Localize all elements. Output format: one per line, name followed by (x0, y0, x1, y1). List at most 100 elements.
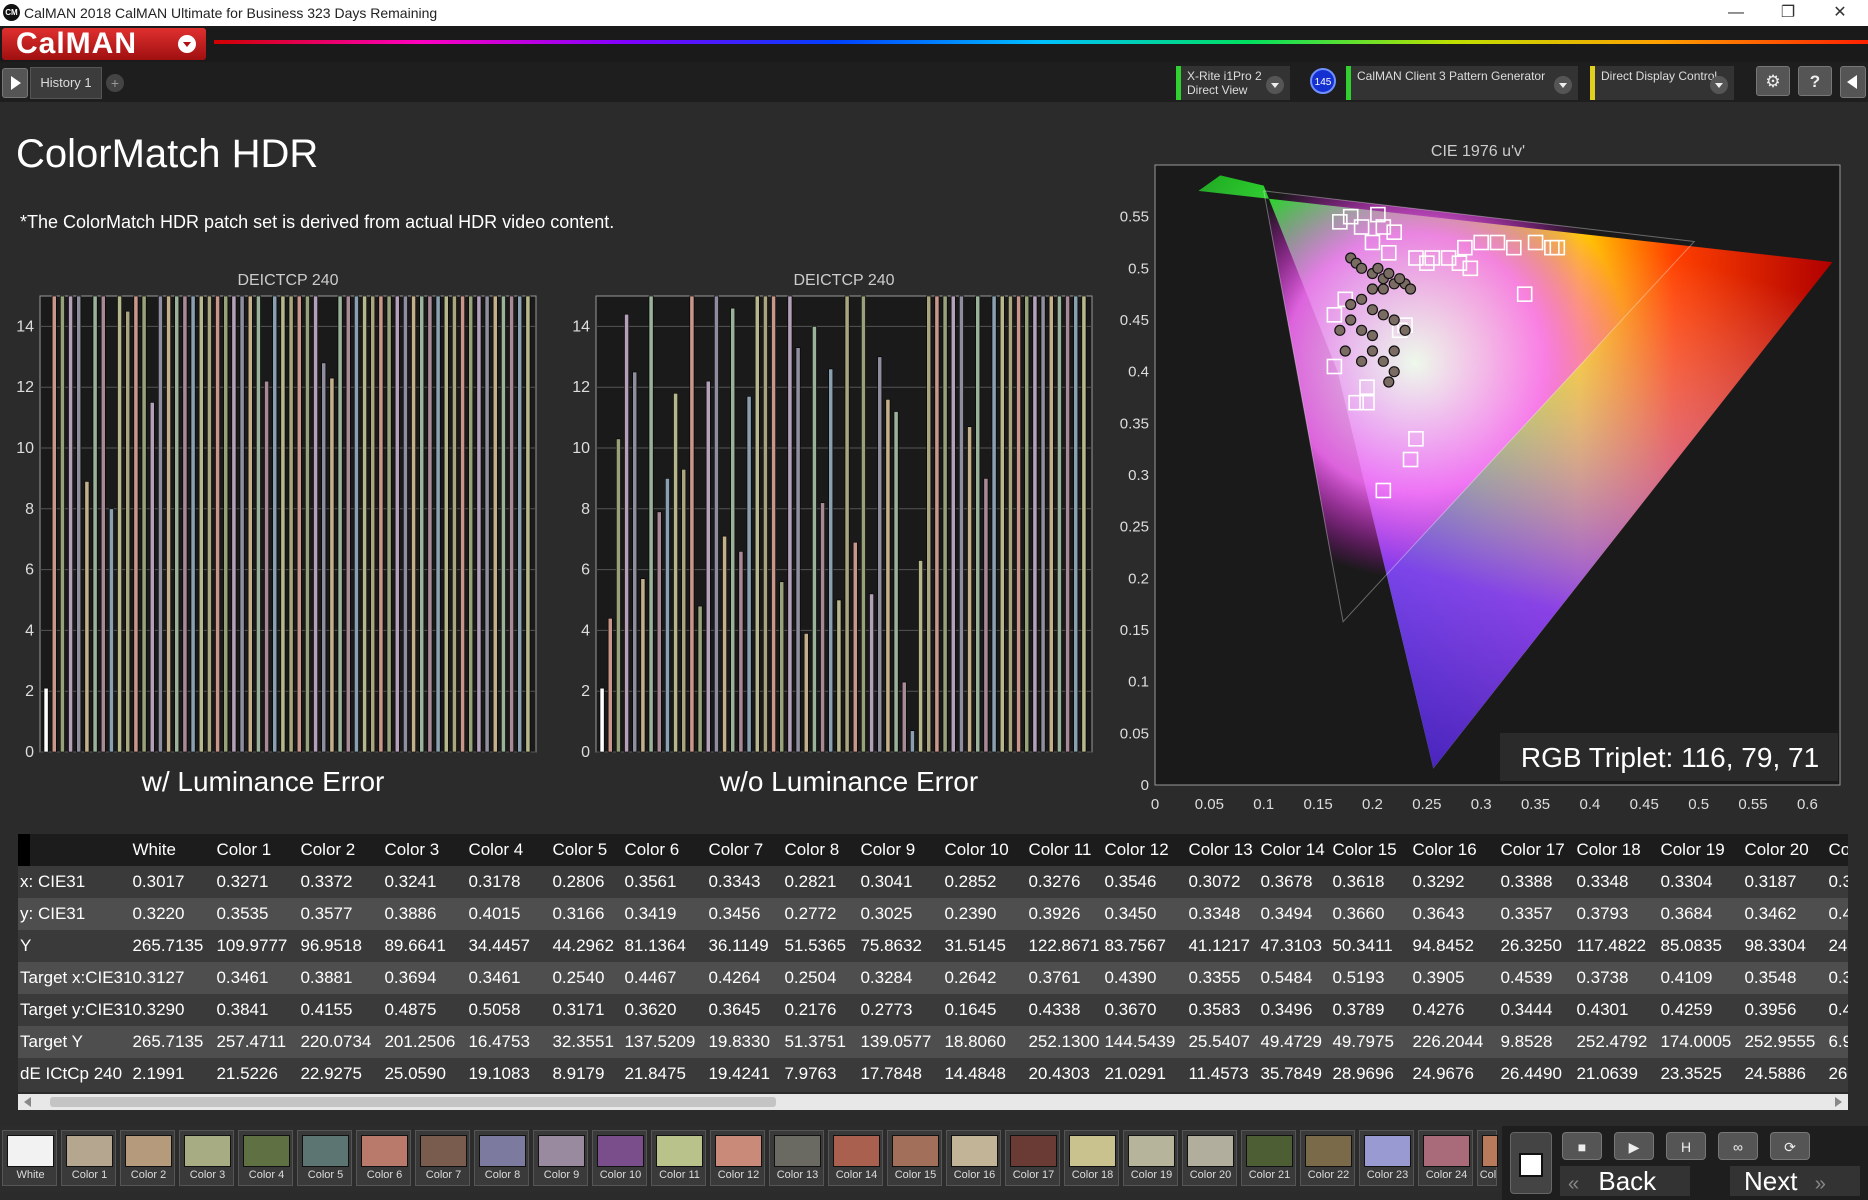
table-horizontal-scrollbar[interactable] (18, 1094, 1848, 1110)
scroll-left-icon[interactable] (24, 1097, 31, 1107)
patch-button[interactable]: White (2, 1130, 57, 1186)
column-header[interactable]: Color 1 (216, 834, 300, 866)
stop-button[interactable]: ■ (1562, 1132, 1602, 1160)
column-header[interactable]: Color 18 (1576, 834, 1660, 866)
table-cell: 0.1645 (944, 1000, 997, 1019)
column-header[interactable]: Color 8 (784, 834, 860, 866)
patch-button[interactable]: Color 14 (828, 1130, 883, 1186)
bar (117, 295, 122, 753)
loop-button[interactable]: ∞ (1718, 1132, 1758, 1160)
pattern-generator-selector[interactable]: CalMAN Client 3 Pattern Generator (1346, 66, 1578, 100)
y-tick-label: 0.1 (1128, 674, 1149, 691)
patch-button[interactable]: Color 11 (651, 1130, 706, 1186)
bar (321, 362, 327, 753)
patch-button[interactable]: Color 20 (1182, 1130, 1237, 1186)
column-header[interactable]: Color 5 (552, 834, 624, 866)
restore-button[interactable]: ❐ (1766, 0, 1810, 26)
measured-point (1339, 345, 1351, 357)
patch-button[interactable]: Col (1477, 1130, 1498, 1186)
patch-button[interactable]: Color 5 (297, 1130, 352, 1186)
scrollbar-thumb[interactable] (50, 1097, 776, 1107)
patch-button[interactable]: Color 2 (120, 1130, 175, 1186)
add-tab-button[interactable]: + (106, 74, 124, 92)
patch-button[interactable]: Color 15 (887, 1130, 942, 1186)
column-header[interactable]: Color 17 (1500, 834, 1576, 866)
record-button[interactable] (1510, 1132, 1552, 1194)
column-header[interactable]: Color 16 (1412, 834, 1500, 866)
bar (918, 560, 923, 753)
patch-button[interactable]: Color 8 (474, 1130, 529, 1186)
settings-button[interactable]: ⚙ (1756, 66, 1790, 96)
next-button[interactable]: Next » (1730, 1166, 1860, 1196)
brand-bar: CalMAN (0, 26, 1868, 62)
patch-button[interactable]: Color 18 (1064, 1130, 1119, 1186)
column-header[interactable]: Color 10 (944, 834, 1028, 866)
minimize-button[interactable]: — (1714, 0, 1758, 26)
column-header[interactable]: Color 7 (708, 834, 784, 866)
bar (452, 295, 457, 753)
collapse-panel-button[interactable] (1840, 66, 1866, 98)
save-button[interactable]: H (1666, 1132, 1706, 1160)
help-button[interactable]: ? (1798, 66, 1832, 96)
table-row: y: CIE31 0.3220 0.3535 0.3577 0.3886 0.4015 0.… (18, 898, 1848, 930)
tab-history-1[interactable]: History 1 (30, 67, 102, 99)
display-control-selector[interactable]: Direct Display Control (1590, 66, 1734, 100)
table-cell: 0.4264 (708, 968, 761, 987)
table-cell: 0.3290 (132, 1000, 185, 1019)
table-cell: 36.1149 (708, 936, 769, 955)
calman-menu-button[interactable]: CalMAN (2, 28, 206, 60)
column-header[interactable]: White (132, 834, 216, 866)
table-cell: 25.0590 (384, 1064, 446, 1083)
patch-button[interactable]: Color 21 (1241, 1130, 1296, 1186)
table-cell: 0.3660 (1332, 904, 1385, 923)
column-header[interactable]: Col (1828, 834, 1848, 866)
table-cell: 0.4301 (1576, 1000, 1629, 1019)
patch-button[interactable]: Color 16 (946, 1130, 1001, 1186)
column-header[interactable]: Color 14 (1260, 834, 1332, 866)
gear-icon: ⚙ (1765, 72, 1781, 91)
patch-button[interactable]: Color 10 (592, 1130, 647, 1186)
patch-button[interactable]: Color 24 (1418, 1130, 1473, 1186)
back-button[interactable]: « Back (1560, 1166, 1690, 1196)
measured-point (1355, 324, 1368, 336)
table-row: x: CIE31 0.3017 0.3271 0.3372 0.3241 0.3178 0.… (18, 866, 1848, 898)
column-header[interactable]: Color 2 (300, 834, 384, 866)
column-header[interactable]: Color 6 (624, 834, 708, 866)
patch-button[interactable]: Color 13 (769, 1130, 824, 1186)
column-header[interactable]: Color 3 (384, 834, 468, 866)
patch-button[interactable]: Color 9 (533, 1130, 588, 1186)
bar (484, 295, 490, 753)
close-button[interactable]: ✕ (1818, 0, 1862, 26)
column-header[interactable]: Color 9 (860, 834, 944, 866)
table-cell: 0.3343 (708, 872, 761, 891)
calman-logo: CalMAN (16, 27, 138, 60)
patch-button[interactable]: Color 4 (238, 1130, 293, 1186)
column-header[interactable]: Color 13 (1188, 834, 1260, 866)
patch-button[interactable]: Color 7 (415, 1130, 470, 1186)
expand-sidebar-button[interactable] (2, 68, 28, 98)
meter-selector[interactable]: X-Rite i1Pro 2 Direct View (1176, 66, 1290, 100)
patch-button[interactable]: Color 17 (1005, 1130, 1060, 1186)
bar (100, 295, 106, 753)
patch-button[interactable]: Color 6 (356, 1130, 411, 1186)
patch-button[interactable]: Color 1 (61, 1130, 116, 1186)
scroll-right-icon[interactable] (1835, 1097, 1842, 1107)
play-button[interactable]: ▶ (1614, 1132, 1654, 1160)
meter-reading-badge[interactable]: 145 (1310, 68, 1336, 94)
patch-button[interactable]: Color 19 (1123, 1130, 1178, 1186)
column-header[interactable]: Color 4 (468, 834, 552, 866)
patch-swatch (1010, 1135, 1057, 1167)
column-header[interactable]: Color 12 (1104, 834, 1188, 866)
column-header[interactable]: Color 20 (1744, 834, 1828, 866)
patch-button[interactable]: Color 12 (710, 1130, 765, 1186)
patch-button[interactable]: Color 22 (1300, 1130, 1355, 1186)
refresh-button[interactable]: ⟳ (1770, 1132, 1810, 1160)
column-header[interactable]: Color 15 (1332, 834, 1412, 866)
column-header[interactable]: Color 19 (1660, 834, 1744, 866)
table-cell: 0.4015 (468, 904, 521, 923)
patch-button[interactable]: Color 3 (179, 1130, 234, 1186)
column-header[interactable]: Color 11 (1028, 834, 1104, 866)
patch-button[interactable]: Color 23 (1359, 1130, 1414, 1186)
table-cell: 20.4303 (1028, 1064, 1090, 1083)
chart2-caption: w/o Luminance Error (719, 766, 979, 797)
